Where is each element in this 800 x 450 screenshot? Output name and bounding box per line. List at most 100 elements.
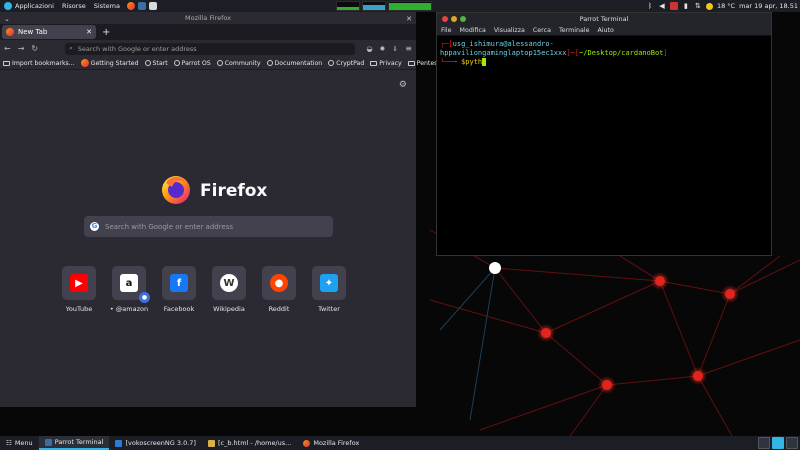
clock[interactable]: mar 19 apr, 18.51 — [739, 2, 798, 10]
new-tab-button[interactable]: + — [102, 27, 110, 38]
network-graph-icon — [388, 1, 432, 11]
workspace-1-icon[interactable] — [772, 437, 784, 449]
terminal-window: Parrot Terminal File Modifica Visualizza… — [436, 12, 772, 256]
globe-icon — [173, 60, 180, 66]
firefox-logo-icon — [162, 176, 190, 204]
top-site-twitter[interactable]: ✦ Twitter — [312, 266, 346, 313]
site-tile[interactable]: ● — [262, 266, 296, 300]
taskbar-item-terminal[interactable]: Parrot Terminal — [38, 436, 110, 450]
search-input[interactable]: G Search with Google or enter address — [84, 216, 333, 237]
taskbar-item-vokoscreen[interactable]: [vokoscreenNG 3.0.7] — [109, 436, 202, 450]
window-menu-icon[interactable]: ⌄ — [4, 15, 10, 23]
parrot-logo-icon — [4, 2, 12, 10]
bookmark-folder-privacy[interactable]: Privacy — [370, 59, 402, 67]
site-label-text: @amazon — [115, 305, 149, 313]
facebook-icon: f — [170, 274, 188, 292]
window-close-icon[interactable]: ✕ — [406, 15, 412, 23]
menu-help[interactable]: Aiuto — [597, 27, 613, 34]
top-site-reddit[interactable]: ● Reddit — [262, 266, 296, 313]
gear-icon[interactable]: ⚙ — [399, 80, 407, 90]
downloads-icon[interactable]: ⇓ — [392, 45, 398, 53]
site-tile[interactable]: W — [212, 266, 246, 300]
hamburger-menu-icon[interactable]: ≡ — [405, 44, 412, 53]
top-site-wikipedia[interactable]: W Wikipedia — [212, 266, 246, 313]
bluetooth-icon[interactable]: ᛒ — [646, 2, 654, 10]
firefox-icon — [303, 439, 311, 447]
wikipedia-icon: W — [220, 274, 238, 292]
top-site-facebook[interactable]: f Facebook — [162, 266, 196, 313]
bookmark-label: Getting Started — [90, 59, 139, 67]
terminal-output[interactable]: ┌─[usg_ishimura@alessandro-hppaviliongam… — [437, 36, 771, 71]
globe-icon — [144, 60, 151, 66]
bookmark-label: Start — [152, 59, 168, 67]
battery-icon[interactable]: ▮ — [682, 2, 690, 10]
pocket-icon[interactable]: ◒ — [366, 45, 372, 53]
top-site-amazon[interactable]: a ● • @amazon — [110, 266, 150, 313]
tab-label: New Tab — [18, 28, 48, 36]
weather-temperature[interactable]: 18 °C — [717, 2, 735, 10]
maximize-window-icon[interactable] — [460, 16, 466, 22]
bookmarks-toolbar: Import bookmarks... Getting Started Star… — [0, 57, 450, 70]
minimize-window-icon[interactable] — [451, 16, 457, 22]
bookmark-label: Privacy — [379, 59, 402, 67]
show-desktop-icon[interactable] — [758, 437, 770, 449]
extensions-icon[interactable]: ✹ — [380, 45, 386, 53]
prompt-line: ┌─[usg_ishimura@alessandro-hppaviliongam… — [440, 40, 768, 58]
search-placeholder: Search with Google or enter address — [105, 222, 234, 231]
bookmark-cryptpad[interactable]: CryptPad — [328, 60, 364, 67]
system-menu[interactable]: Sistema — [90, 0, 124, 12]
bookmark-start[interactable]: Start — [144, 59, 168, 67]
volume-icon[interactable]: ◀ — [658, 2, 666, 10]
taskbar-item-firefox[interactable]: Mozilla Firefox — [297, 436, 365, 450]
site-tile[interactable]: ✦ — [312, 266, 346, 300]
firefox-launcher-icon[interactable] — [126, 2, 135, 10]
site-tile[interactable]: ▶ — [62, 266, 96, 300]
top-site-youtube[interactable]: ▶ YouTube — [62, 266, 96, 313]
vokoscreen-icon — [115, 439, 123, 447]
places-menu[interactable]: Risorse — [58, 0, 90, 12]
taskbar-item-label: [vokoscreenNG 3.0.7] — [125, 439, 196, 447]
taskbar-item-text-editor[interactable]: [c_b.html - /home/us... — [202, 436, 297, 450]
reload-icon[interactable]: ↻ — [31, 44, 38, 53]
site-tile[interactable]: a ● — [112, 266, 150, 303]
bookmark-import[interactable]: Import bookmarks... — [3, 60, 75, 67]
terminal-launcher-icon[interactable] — [137, 2, 146, 10]
menu-view[interactable]: Visualizza — [494, 27, 525, 34]
menu-file[interactable]: File — [441, 27, 452, 34]
system-menu-label: Sistema — [93, 2, 120, 10]
terminal-titlebar[interactable]: Parrot Terminal — [437, 13, 771, 25]
import-icon — [3, 60, 10, 66]
forward-icon[interactable]: → — [18, 44, 25, 53]
address-bar[interactable]: ⌕ Search with Google or enter address — [65, 42, 356, 55]
close-tab-icon[interactable]: ✕ — [86, 28, 92, 36]
bookmark-parrot-os[interactable]: Parrot OS — [173, 60, 211, 67]
menu-edit[interactable]: Modifica — [460, 27, 486, 34]
firefox-tab-icon — [6, 28, 14, 36]
menu-terminal[interactable]: Terminale — [559, 27, 590, 34]
tab-new-tab[interactable]: New Tab ✕ — [2, 25, 96, 39]
main-menu-button[interactable]: ☷ Menu — [0, 436, 39, 450]
menu-search[interactable]: Cerca — [533, 27, 551, 34]
text-editor-launcher-icon[interactable] — [148, 2, 157, 10]
taskbar-item-label: [c_b.html - /home/us... — [217, 439, 292, 447]
bookmark-getting-started[interactable]: Getting Started — [80, 59, 139, 67]
back-icon[interactable]: ← — [4, 44, 11, 53]
navigation-toolbar: ← → ↻ ⌕ Search with Google or enter addr… — [0, 40, 416, 57]
tab-strip: New Tab ✕ + — [0, 24, 416, 40]
bookmark-community[interactable]: Community — [216, 60, 261, 67]
prompt-separator: ]─[ — [566, 49, 580, 57]
address-bar-placeholder: Search with Google or enter address — [77, 44, 197, 53]
close-window-icon[interactable] — [442, 16, 448, 22]
prompt-path: ~/Desktop/cardanoBot — [579, 49, 664, 57]
site-tile[interactable]: f — [162, 266, 196, 300]
top-panel: Applicazioni Risorse Sistema ᛒ ◀ ▮ ⇅ 18 … — [0, 0, 800, 12]
bookmark-documentation[interactable]: Documentation — [266, 60, 322, 67]
workspace-2-icon[interactable] — [786, 437, 798, 449]
applications-menu[interactable]: Applicazioni — [0, 0, 58, 12]
terminal-menubar: File Modifica Visualizza Cerca Terminale… — [437, 25, 771, 36]
bookmark-folder-pentest[interactable]: Pentest — [407, 60, 440, 67]
update-notifier-icon[interactable] — [669, 2, 678, 10]
cpu-graph-icon — [336, 1, 360, 11]
firefox-titlebar[interactable]: Mozilla Firefox ⌄ ✕ — [0, 12, 416, 24]
network-icon[interactable]: ⇅ — [694, 2, 702, 10]
